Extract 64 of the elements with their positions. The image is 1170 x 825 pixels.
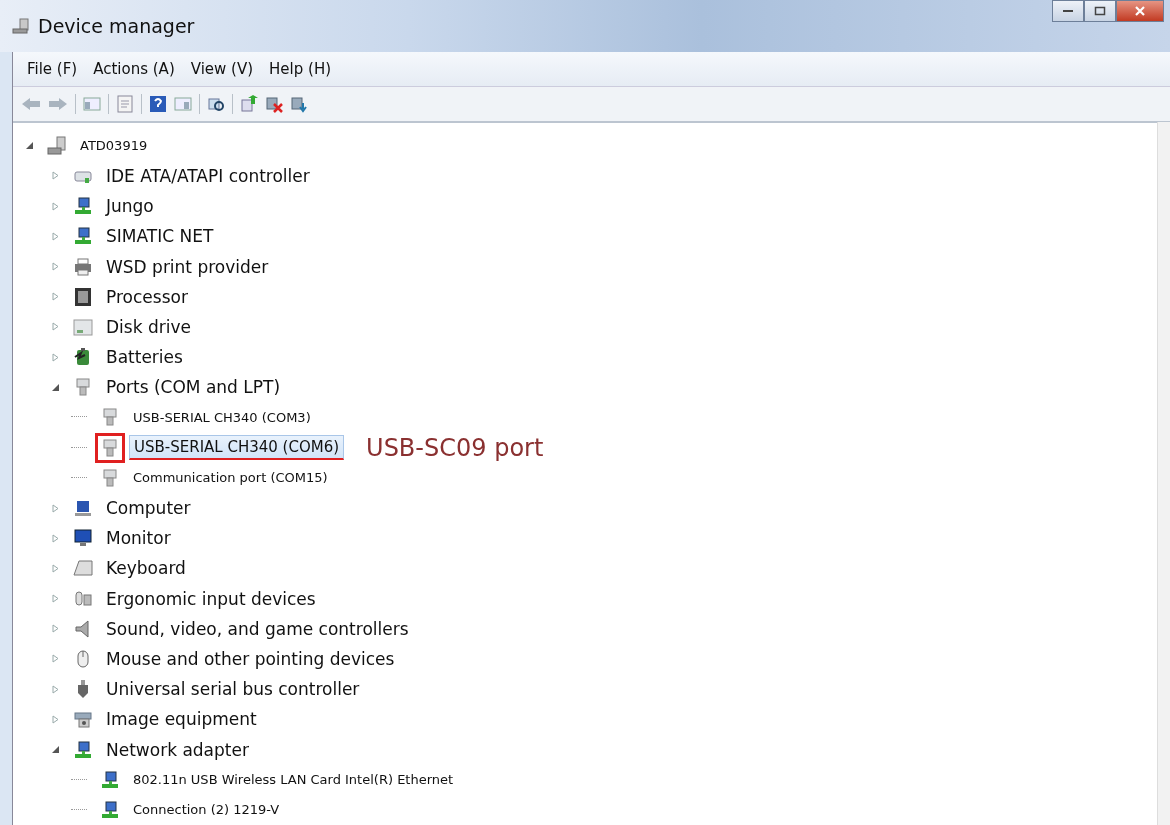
annotation-label: USB-SC09 port: [366, 433, 544, 462]
menu-item[interactable]: Help (H): [263, 57, 338, 80]
panel-icon[interactable]: [83, 95, 101, 112]
tree-item[interactable]: Universal serial bus controller: [102, 677, 364, 702]
update-icon[interactable]: [240, 94, 258, 113]
tree-item[interactable]: Batteries: [102, 345, 187, 370]
tree-item[interactable]: USB-SERIAL CH340 (COM6): [129, 435, 345, 461]
tree-item[interactable]: Ergonomic input devices: [102, 586, 320, 611]
network-icon: [73, 739, 93, 760]
tree-item[interactable]: Disk drive: [102, 314, 195, 339]
port-icon: [73, 377, 93, 398]
menu-item[interactable]: File (F): [21, 57, 84, 80]
maximize-icon: [1094, 6, 1106, 16]
minimize-button[interactable]: [1052, 0, 1084, 22]
tree-item[interactable]: SIMATIC NET: [102, 224, 218, 249]
keyboard-icon: [73, 558, 93, 579]
menu-item[interactable]: Actions (A): [87, 57, 181, 80]
tree-item[interactable]: Ports (COM and LPT): [102, 375, 285, 400]
panel-icon[interactable]: [174, 95, 192, 112]
properties-icon[interactable]: [116, 94, 134, 113]
tree-item[interactable]: Network adapter: [102, 737, 253, 762]
enable-icon[interactable]: [290, 94, 308, 113]
tree-item[interactable]: IDE ATA/ATAPI controller: [102, 163, 314, 188]
tree-item[interactable]: WSD print provider: [102, 254, 273, 279]
tree-item[interactable]: Mouse and other pointing devices: [102, 646, 399, 671]
minimize-icon: [1063, 10, 1073, 12]
port-icon: [100, 467, 120, 488]
tree-item[interactable]: Communication port (COM15): [129, 468, 332, 488]
maximize-button[interactable]: [1084, 0, 1116, 22]
close-button[interactable]: [1116, 0, 1164, 22]
tree-item[interactable]: Connection (2) 1219-V: [129, 800, 284, 820]
network-icon: [73, 226, 93, 247]
tree-item[interactable]: 802.11n USB Wireless LAN Card Intel(R) Ethernet: [129, 770, 458, 790]
tree-item[interactable]: Jungo: [102, 194, 158, 219]
tree-item[interactable]: ATD03919: [76, 136, 152, 156]
window-title: Device manager: [38, 14, 196, 37]
menu-item[interactable]: View (V): [184, 57, 260, 80]
hid-icon: [73, 588, 93, 609]
uninstall-icon[interactable]: [265, 94, 283, 113]
computer-icon: [47, 135, 67, 156]
port-icon: [100, 407, 120, 428]
forward-icon[interactable]: [48, 95, 68, 112]
tree-item[interactable]: Keyboard: [102, 556, 190, 581]
expander-icon[interactable]: [51, 382, 60, 392]
tree-item[interactable]: Processor: [102, 284, 192, 309]
network-icon: [100, 769, 120, 790]
back-icon[interactable]: [21, 95, 41, 112]
monitor-icon: [73, 528, 93, 549]
printer-icon: [73, 256, 93, 277]
network-icon: [73, 196, 93, 217]
camera-icon: [73, 709, 93, 730]
network-icon: [100, 799, 120, 820]
processor-icon: [73, 286, 93, 307]
tree-item[interactable]: Image equipment: [102, 707, 261, 732]
tree-item[interactable]: Computer: [102, 496, 195, 521]
close-icon: [1134, 6, 1146, 16]
tree-item[interactable]: Sound, video, and game controllers: [102, 616, 413, 641]
expander-icon[interactable]: [51, 745, 60, 755]
computer-icon: [12, 16, 30, 35]
tree-item[interactable]: Monitor: [102, 526, 175, 551]
help-icon[interactable]: [149, 94, 167, 113]
tree-item[interactable]: USB-SERIAL CH340 (COM3): [129, 407, 315, 427]
pc-icon: [73, 498, 93, 519]
expander-icon[interactable]: [25, 141, 34, 151]
